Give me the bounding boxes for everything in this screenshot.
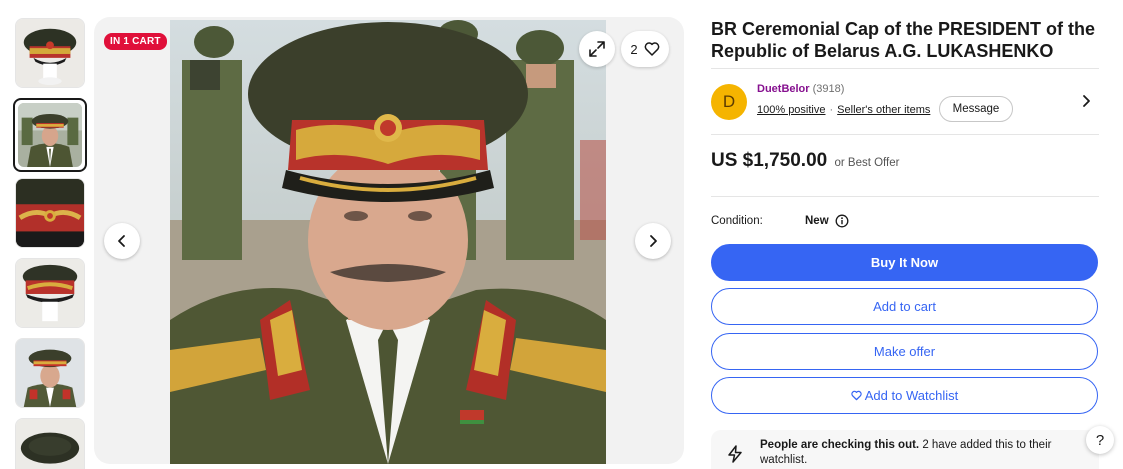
price-amount: US $1,750.00 — [711, 150, 828, 171]
expand-icon — [589, 41, 605, 57]
activity-notice-text: People are checking this out. 2 have add… — [760, 438, 1060, 468]
watch-count: 2 — [630, 41, 638, 57]
thumbnail-president-portrait-2[interactable] — [15, 338, 85, 408]
thumbnail-cap-front[interactable] — [15, 18, 85, 88]
seller-avatar[interactable]: D — [711, 84, 747, 120]
buy-it-now-button[interactable]: Buy It Now — [711, 244, 1098, 281]
thumbnail-strip — [13, 18, 87, 469]
condition-label: Condition: — [711, 215, 763, 227]
condition-row: Condition: New — [711, 214, 849, 228]
chevron-left-icon — [118, 235, 125, 247]
watch-count-button[interactable]: 2 — [621, 31, 669, 67]
seller-card: D DuetBelor (3918) 100% positive · Selle… — [711, 82, 1099, 132]
thumbnail-cap-embroidery[interactable] — [15, 178, 85, 248]
activity-notice: People are checking this out. 2 have add… — [711, 430, 1099, 469]
seller-details-chevron[interactable] — [1081, 94, 1093, 113]
chevron-right-icon — [1083, 95, 1090, 107]
thumbnail-president-portrait[interactable] — [13, 98, 87, 172]
add-to-cart-button[interactable]: Add to cart — [711, 288, 1098, 325]
main-image-frame: IN 1 CART 2 — [94, 17, 684, 464]
make-offer-button[interactable]: Make offer — [711, 333, 1098, 370]
in-cart-badge: IN 1 CART — [104, 33, 167, 50]
info-icon[interactable] — [835, 214, 849, 228]
main-product-photo — [170, 20, 606, 464]
seller-name-line: DuetBelor (3918) — [757, 83, 844, 95]
expand-image-button[interactable] — [579, 31, 615, 67]
seller-divider — [711, 134, 1099, 135]
notice-bold: People are checking this out. — [760, 439, 920, 451]
listing-page: IN 1 CART 2 BR Ceremonial Cap of the PRE… — [0, 0, 1123, 469]
heart-icon — [851, 390, 862, 401]
seller-name-link[interactable]: DuetBelor — [757, 83, 810, 95]
help-button[interactable]: ? — [1086, 426, 1114, 454]
seller-other-items-link[interactable]: Seller's other items — [837, 104, 930, 116]
thumbnail-cap-side[interactable] — [15, 258, 85, 328]
price-divider — [711, 196, 1099, 197]
next-image-button[interactable] — [635, 223, 671, 259]
title-divider — [711, 68, 1099, 69]
seller-feedback-count: (3918) — [812, 83, 845, 95]
add-to-watchlist-button[interactable]: Add to Watchlist — [711, 377, 1098, 414]
seller-links: 100% positive · Seller's other items — [757, 104, 930, 116]
lightning-icon — [728, 445, 742, 463]
listing-info-panel: BR Ceremonial Cap of the PRESIDENT of th… — [711, 18, 1099, 469]
condition-value: New — [805, 215, 829, 227]
message-seller-button[interactable]: Message — [939, 96, 1013, 122]
listing-title: BR Ceremonial Cap of the PRESIDENT of th… — [711, 19, 1096, 61]
separator-dot: · — [829, 104, 834, 116]
watchlist-label: Add to Watchlist — [864, 388, 959, 403]
price-row: US $1,750.00 or Best Offer — [711, 150, 899, 172]
best-offer-note: or Best Offer — [834, 157, 900, 169]
thumbnail-cap-top[interactable] — [15, 418, 85, 469]
chevron-right-icon — [650, 235, 657, 247]
heart-icon — [644, 42, 660, 56]
seller-positive-link[interactable]: 100% positive — [757, 104, 826, 116]
previous-image-button[interactable] — [104, 223, 140, 259]
